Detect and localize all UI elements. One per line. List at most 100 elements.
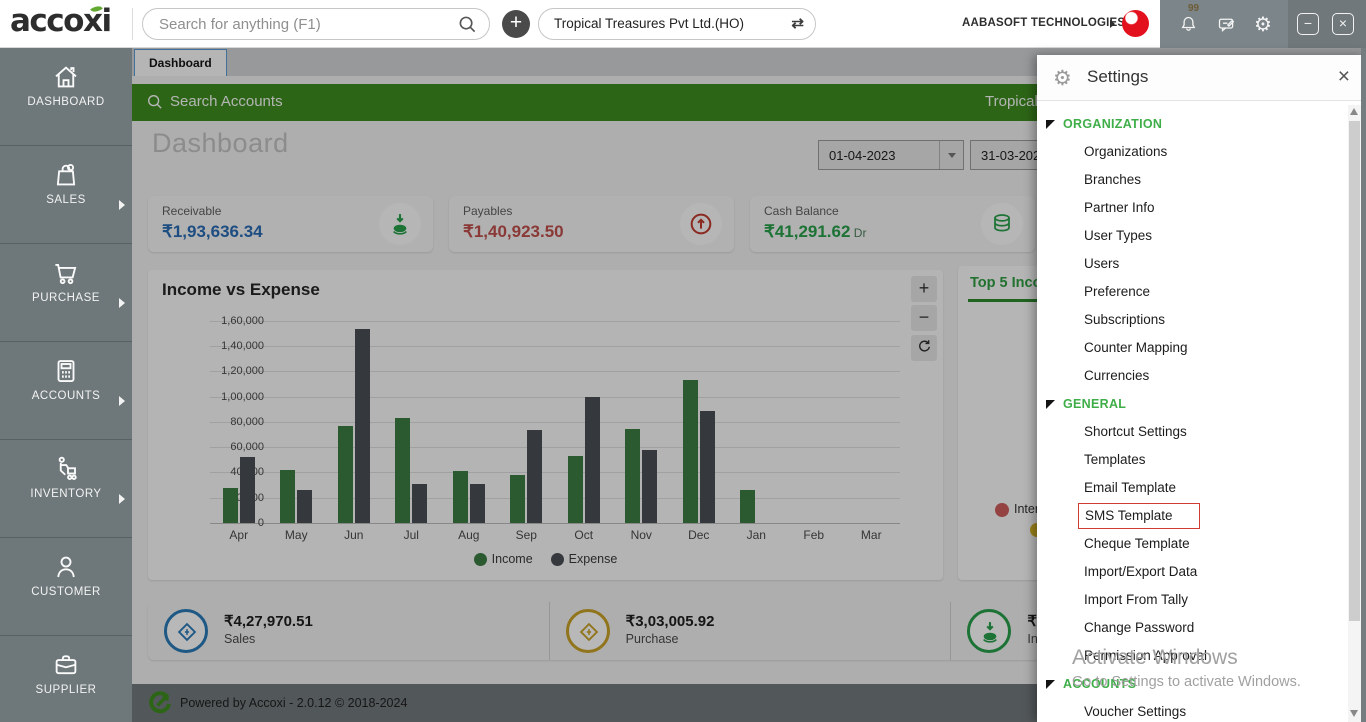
- top5-legend-dot-icon: [995, 503, 1009, 517]
- settings-item-voucher-settings[interactable]: Voucher Settings: [1084, 698, 1186, 722]
- summary-card-receivable[interactable]: Receivable₹1,93,636.34: [148, 196, 433, 252]
- close-button[interactable]: ×: [1332, 13, 1354, 35]
- settings-item-row: SMS Template: [1037, 502, 1366, 530]
- sidebar-item-sales[interactable]: SALES: [0, 160, 132, 244]
- settings-item-templates[interactable]: Templates: [1084, 446, 1146, 474]
- total-sales[interactable]: ₹4,27,970.51Sales: [148, 602, 549, 660]
- settings-section-general[interactable]: GENERAL: [1037, 390, 1366, 418]
- global-search: [142, 8, 490, 40]
- settings-item-partner-info[interactable]: Partner Info: [1084, 194, 1155, 222]
- sidebar-item-customer[interactable]: CUSTOMER: [0, 552, 132, 636]
- zoom-in-button[interactable]: +: [911, 276, 937, 302]
- sidebar-item-accounts[interactable]: ACCOUNTS: [0, 356, 132, 440]
- global-search-input[interactable]: [159, 11, 449, 37]
- diamond-badge-icon: [164, 609, 208, 653]
- settings-section-label: ORGANIZATION: [1063, 110, 1162, 138]
- summary-card-payables[interactable]: Payables₹1,40,923.50: [449, 196, 734, 252]
- notifications-bell-icon[interactable]: [1178, 14, 1199, 40]
- bar-income-jan[interactable]: [740, 490, 755, 523]
- briefcase-icon: [50, 650, 82, 682]
- sidebar-item-inventory[interactable]: INVENTORY: [0, 454, 132, 538]
- sidebar-item-purchase[interactable]: PURCHASE: [0, 258, 132, 342]
- minimize-button[interactable]: −: [1297, 13, 1319, 35]
- scroll-down-icon[interactable]: [1350, 710, 1358, 717]
- settings-scrollbar[interactable]: [1348, 105, 1361, 722]
- bar-income-jul[interactable]: [395, 418, 410, 523]
- settings-item-organizations[interactable]: Organizations: [1084, 138, 1167, 166]
- settings-item-shortcut-settings[interactable]: Shortcut Settings: [1084, 418, 1187, 446]
- total-value: ₹4,27,970.51: [224, 612, 313, 630]
- bar-income-oct[interactable]: [568, 456, 583, 523]
- sidebar-item-dashboard[interactable]: DASHBOARD: [0, 62, 132, 146]
- total-purchase[interactable]: ₹3,03,005.92Purchase: [549, 602, 951, 660]
- bar-expense-jun[interactable]: [355, 329, 370, 523]
- bar-income-sep[interactable]: [510, 475, 525, 523]
- bar-expense-dec[interactable]: [700, 411, 715, 523]
- bar-expense-oct[interactable]: [585, 397, 600, 523]
- settings-gear-icon[interactable]: ⚙: [1254, 12, 1272, 37]
- legend-item-expense: Expense: [551, 552, 618, 566]
- bar-income-nov[interactable]: [625, 429, 640, 523]
- settings-item-subscriptions[interactable]: Subscriptions: [1084, 306, 1165, 334]
- search-accounts-icon[interactable]: [146, 93, 164, 116]
- account-name[interactable]: AABASOFT TECHNOLOGIES: [962, 17, 1125, 29]
- settings-item-user-types[interactable]: User Types: [1084, 222, 1152, 250]
- bar-expense-aug[interactable]: [470, 484, 485, 523]
- section-collapse-icon[interactable]: [1046, 400, 1055, 409]
- coin-arrow-down-icon: [967, 609, 1011, 653]
- section-collapse-icon[interactable]: [1046, 680, 1055, 689]
- settings-close-icon[interactable]: ×: [1338, 65, 1350, 89]
- settings-item-counter-mapping[interactable]: Counter Mapping: [1084, 334, 1188, 362]
- settings-item-row: Partner Info: [1037, 194, 1366, 222]
- account-caret-icon: [1110, 20, 1115, 28]
- bar-expense-sep[interactable]: [527, 430, 542, 523]
- bar-expense-may[interactable]: [297, 490, 312, 523]
- settings-item-sms-template[interactable]: SMS Template: [1078, 503, 1200, 529]
- bar-income-may[interactable]: [280, 470, 295, 523]
- search-accounts-label[interactable]: Search Accounts: [170, 93, 283, 110]
- bar-income-aug[interactable]: [453, 471, 468, 523]
- refresh-icon[interactable]: [911, 335, 937, 361]
- bar-income-dec[interactable]: [683, 380, 698, 523]
- settings-item-change-password[interactable]: Change Password: [1084, 614, 1194, 642]
- settings-item-cheque-template[interactable]: Cheque Template: [1084, 530, 1190, 558]
- sidebar-item-label: PURCHASE: [0, 292, 132, 304]
- zoom-out-button[interactable]: −: [911, 305, 937, 331]
- settings-item-branches[interactable]: Branches: [1084, 166, 1141, 194]
- section-collapse-icon[interactable]: [1046, 120, 1055, 129]
- company-selector[interactable]: Tropical Treasures Pvt Ltd.(HO) ⇄: [538, 8, 816, 40]
- settings-item-row: Email Template: [1037, 474, 1366, 502]
- bar-income-apr[interactable]: [223, 488, 238, 523]
- scrollbar-thumb[interactable]: [1349, 121, 1360, 621]
- settings-item-import-from-tally[interactable]: Import From Tally: [1084, 586, 1188, 614]
- settings-item-users[interactable]: Users: [1084, 250, 1119, 278]
- company-selector-label: Tropical Treasures Pvt Ltd.(HO): [554, 16, 744, 31]
- settings-item-permission-approval[interactable]: Permission Approval: [1084, 642, 1207, 670]
- feedback-chat-icon[interactable]: [1216, 14, 1237, 40]
- date-from-dropdown-icon[interactable]: [939, 141, 963, 169]
- date-from-field[interactable]: 01-04-2023: [818, 140, 964, 170]
- summary-card-cash-balance[interactable]: Cash Balance₹41,291.62 Dr: [750, 196, 1035, 252]
- app-window: accoxi + Tropical Treasures Pvt Ltd.(HO)…: [0, 0, 1366, 722]
- switch-company-icon[interactable]: ⇄: [791, 14, 804, 32]
- legend-dot-icon: [474, 553, 487, 566]
- bar-expense-nov[interactable]: [642, 450, 657, 523]
- card-value: ₹1,93,636.34: [162, 222, 263, 242]
- settings-item-row: Import/Export Data: [1037, 558, 1366, 586]
- tab-dashboard[interactable]: Dashboard: [134, 49, 227, 76]
- settings-item-email-template[interactable]: Email Template: [1084, 474, 1176, 502]
- settings-item-preference[interactable]: Preference: [1084, 278, 1150, 306]
- settings-item-import-export-data[interactable]: Import/Export Data: [1084, 558, 1197, 586]
- scroll-up-icon[interactable]: [1350, 108, 1358, 115]
- bar-expense-jul[interactable]: [412, 484, 427, 523]
- arrow-up-circle-icon: [680, 203, 722, 245]
- settings-item-currencies[interactable]: Currencies: [1084, 362, 1149, 390]
- settings-section-organization[interactable]: ORGANIZATION: [1037, 110, 1366, 138]
- sidebar-item-supplier[interactable]: SUPPLIER: [0, 650, 132, 722]
- coin-stack-icon: [981, 203, 1023, 245]
- bar-expense-apr[interactable]: [240, 457, 255, 523]
- settings-section-accounts[interactable]: ACCOUNTS: [1037, 670, 1366, 698]
- add-new-button[interactable]: +: [502, 10, 530, 38]
- bar-income-jun[interactable]: [338, 426, 353, 523]
- search-icon[interactable]: [458, 15, 477, 39]
